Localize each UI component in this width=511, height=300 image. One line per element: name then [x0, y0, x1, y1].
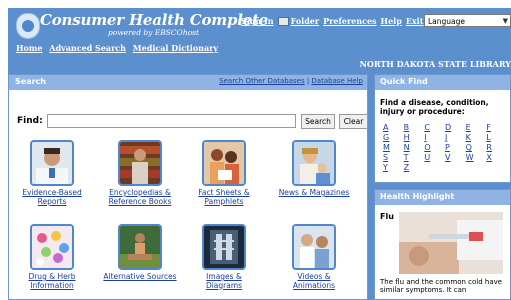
- tile-evidence-based-reports[interactable]: Evidence-Based Reports: [15, 140, 89, 206]
- tile-images-diagrams[interactable]: Images & Diagrams: [187, 224, 261, 290]
- tile-videos-animations[interactable]: Videos & Animations: [277, 224, 351, 290]
- letter-link[interactable]: P: [445, 143, 466, 152]
- folder-link[interactable]: Folder: [291, 16, 320, 26]
- pills-photo-icon[interactable]: [30, 224, 74, 270]
- quick-find-prompt: Find a disease, condition, injury or pro…: [380, 98, 489, 116]
- letter-link[interactable]: Q: [466, 143, 487, 152]
- letter-link[interactable]: R: [486, 143, 507, 152]
- letter-link[interactable]: J: [445, 133, 466, 142]
- search-panel: Search Search Other Databases | Database…: [8, 74, 368, 300]
- exit-link[interactable]: Exit: [406, 16, 424, 26]
- preferences-link[interactable]: Preferences: [323, 16, 376, 26]
- tile-label[interactable]: News & Magazines: [277, 188, 351, 198]
- powered-by-text: powered by EBSCOhost: [108, 28, 200, 37]
- search-panel-header: Search Search Other Databases | Database…: [9, 75, 367, 90]
- letter-link[interactable]: A: [383, 123, 404, 132]
- tile-label[interactable]: Fact Sheets & Pamphlets: [187, 188, 261, 206]
- letter-link[interactable]: U: [424, 153, 445, 162]
- letter-link[interactable]: K: [466, 133, 487, 142]
- health-highlight-header: Health Highlight: [375, 190, 510, 205]
- language-select[interactable]: Language ▼: [424, 14, 511, 27]
- chevron-down-icon: ▼: [502, 17, 508, 25]
- meditation-photo-icon[interactable]: [118, 224, 162, 270]
- search-panel-links: Search Other Databases | Database Help: [219, 77, 363, 85]
- letter-link[interactable]: F: [486, 123, 507, 132]
- app-title: Consumer Health Complete: [40, 11, 269, 29]
- women-papers-photo-icon[interactable]: [202, 140, 246, 186]
- database-help-link[interactable]: Database Help: [311, 77, 363, 85]
- article-title[interactable]: Flu: [380, 212, 394, 221]
- letter-link[interactable]: T: [404, 153, 425, 162]
- letter-link[interactable]: I: [424, 133, 445, 142]
- tile-news-magazines[interactable]: News & Magazines: [277, 140, 351, 198]
- letter-link[interactable]: G: [383, 133, 404, 142]
- letter-link[interactable]: W: [466, 153, 487, 162]
- clear-button[interactable]: Clear: [339, 114, 368, 129]
- search-panel-title: Search: [15, 77, 46, 86]
- health-highlight-title: Health Highlight: [380, 192, 455, 201]
- letter-link[interactable]: X: [486, 153, 507, 162]
- article-text: The flu and the common cold have similar…: [380, 278, 503, 294]
- letter-link[interactable]: V: [445, 153, 466, 162]
- tile-label[interactable]: Alternative Sources: [103, 272, 177, 282]
- home-link[interactable]: Home: [16, 43, 42, 53]
- search-button[interactable]: Search: [301, 114, 335, 129]
- letter-link[interactable]: Z: [404, 163, 425, 172]
- advanced-search-link[interactable]: Advanced Search: [49, 43, 126, 53]
- find-input[interactable]: [47, 114, 296, 128]
- letter-link[interactable]: L: [486, 133, 507, 142]
- find-row: Find: Search Clear: [17, 114, 368, 130]
- app-window: Consumer Health Complete powered by EBSC…: [8, 8, 511, 300]
- medical-dictionary-link[interactable]: Medical Dictionary: [133, 43, 218, 53]
- man-bookshelf-photo-icon[interactable]: [118, 140, 162, 186]
- letter-link[interactable]: S: [383, 153, 404, 162]
- tile-encyclopedias[interactable]: Encyclopedias & Reference Books: [103, 140, 177, 206]
- letter-link[interactable]: O: [424, 143, 445, 152]
- quick-find-title: Quick Find: [380, 77, 428, 86]
- letter-link[interactable]: B: [404, 123, 425, 132]
- woman-child-photo-icon[interactable]: [292, 140, 336, 186]
- tile-label[interactable]: Videos & Animations: [277, 272, 351, 290]
- health-highlight-panel: Health Highlight Flu The flu and the com…: [374, 189, 511, 300]
- folder-icon[interactable]: [277, 16, 289, 26]
- tile-drug-herb[interactable]: Drug & Herb Information: [15, 224, 89, 290]
- nav-links: Home Advanced Search Medical Dictionary: [16, 43, 222, 53]
- search-other-databases-link[interactable]: Search Other Databases: [219, 77, 304, 85]
- library-name: NORTH DAKOTA STATE LIBRARY: [359, 59, 511, 69]
- ebsco-logo-icon: [16, 13, 40, 39]
- quick-find-header: Quick Find: [375, 75, 510, 90]
- letter-link[interactable]: D: [445, 123, 466, 132]
- doctor-photo-icon[interactable]: [30, 140, 74, 186]
- letter-link[interactable]: E: [466, 123, 487, 132]
- language-select-value: Language: [428, 17, 466, 26]
- letter-link[interactable]: Y: [383, 163, 404, 172]
- flu-vaccine-photo-icon[interactable]: [399, 212, 503, 274]
- tile-label[interactable]: Encyclopedias & Reference Books: [103, 188, 177, 206]
- find-label: Find:: [17, 116, 43, 126]
- tile-fact-sheets[interactable]: Fact Sheets & Pamphlets: [187, 140, 261, 206]
- tile-label[interactable]: Evidence-Based Reports: [15, 188, 89, 206]
- xray-photo-icon[interactable]: [202, 224, 246, 270]
- letter-link[interactable]: M: [383, 143, 404, 152]
- letter-link[interactable]: N: [404, 143, 425, 152]
- doctor-patient-photo-icon[interactable]: [292, 224, 336, 270]
- sign-in-link[interactable]: Sign In: [241, 16, 274, 26]
- tile-label[interactable]: Images & Diagrams: [187, 272, 261, 290]
- tile-alternative-sources[interactable]: Alternative Sources: [103, 224, 177, 282]
- alphabet-index: A B C D E F G H I J K L M N O P Q R S T …: [383, 123, 507, 172]
- tile-label[interactable]: Drug & Herb Information: [15, 272, 89, 290]
- quick-find-panel: Quick Find Find a disease, condition, in…: [374, 74, 511, 183]
- help-link[interactable]: Help: [381, 16, 402, 26]
- letter-link[interactable]: H: [404, 133, 425, 142]
- top-links: Sign In Folder Preferences Help Exit: [241, 16, 427, 26]
- letter-link[interactable]: C: [424, 123, 445, 132]
